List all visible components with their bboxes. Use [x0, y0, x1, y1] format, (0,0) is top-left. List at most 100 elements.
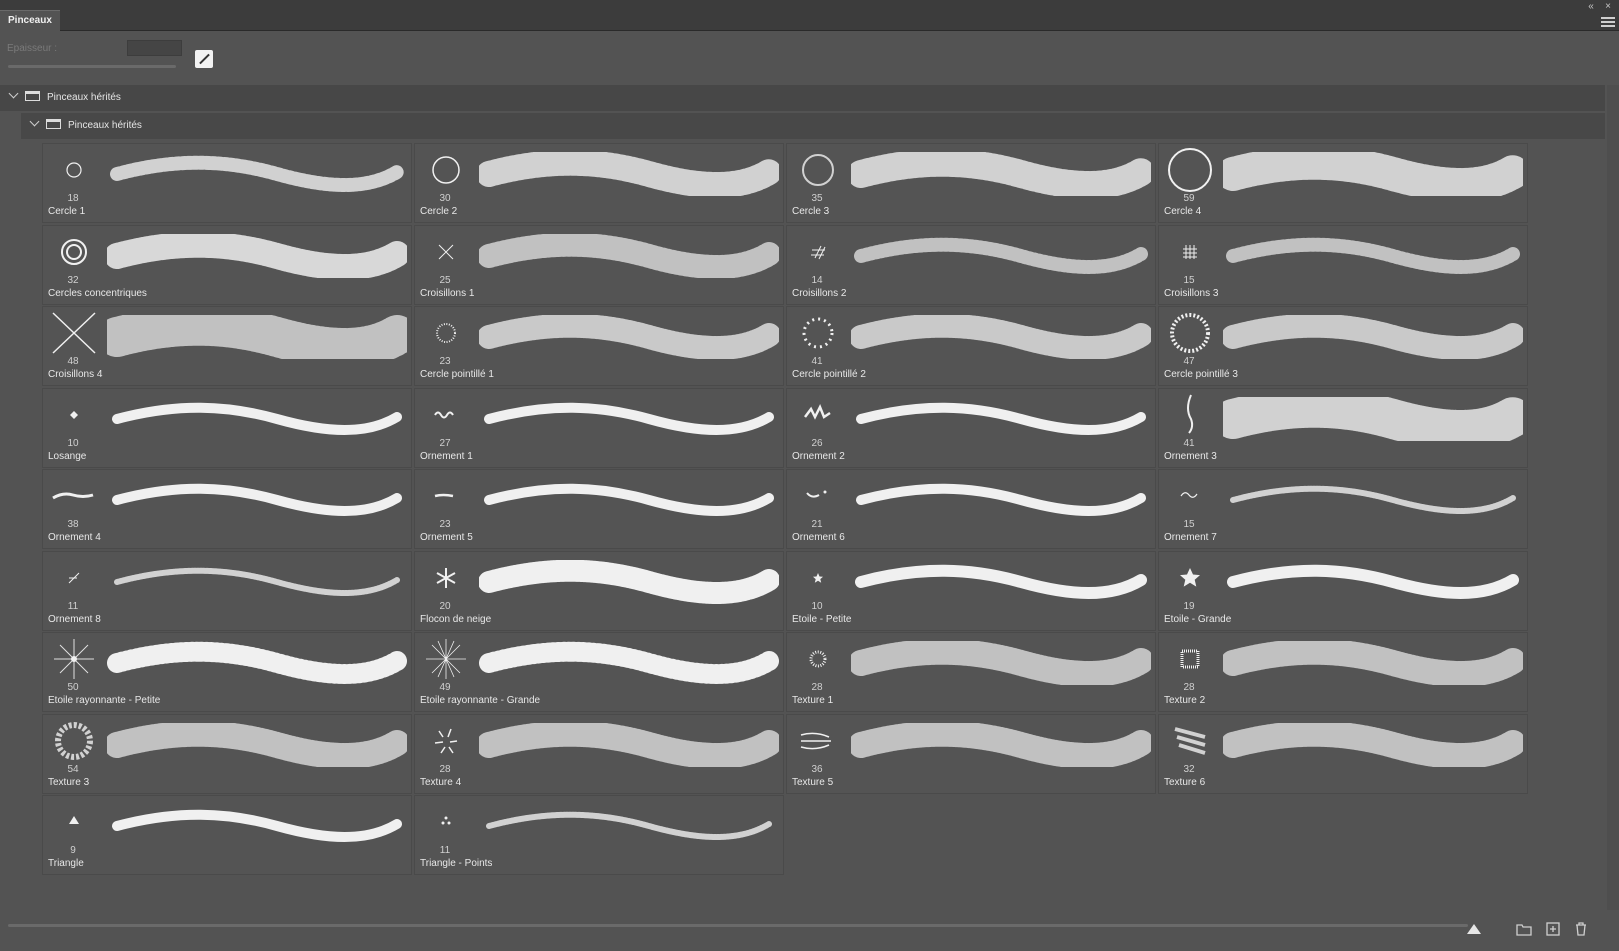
brush-preset[interactable]: 11 Ornement 8	[42, 550, 412, 631]
brush-name: Cercles concentriques	[48, 287, 147, 299]
brush-size: 54	[67, 763, 79, 775]
brush-name: Texture 1	[792, 695, 834, 706]
brush-preset[interactable]: 15 Croisillons 3	[1158, 224, 1528, 305]
brush-preset[interactable]: 54 Texture 3	[42, 713, 412, 794]
brush-preset[interactable]: 15 Ornement 7	[1158, 469, 1528, 549]
brush-tip-icon	[70, 410, 78, 419]
brush-preset[interactable]: 32 Cercles concentriques	[42, 224, 412, 305]
brush-preset[interactable]: 41 Ornement 3	[1158, 387, 1528, 468]
brush-tip-icon	[809, 650, 827, 668]
brush-tip-icon	[1170, 313, 1210, 353]
brush-preset[interactable]: 23 Cercle pointillé 1	[414, 306, 784, 386]
folder-icon[interactable]	[1516, 922, 1532, 936]
brush-stroke-preview	[107, 641, 407, 684]
brush-size: 28	[439, 763, 451, 775]
thumbnail-size-slider[interactable]	[8, 924, 1481, 934]
brush-size: 59	[1183, 193, 1195, 204]
brush-preset[interactable]: 28 Texture 4	[414, 713, 784, 794]
brush-size: 25	[439, 274, 451, 286]
brush-preset[interactable]: 23 Ornement 5	[414, 469, 784, 549]
brush-name: Cercle pointillé 2	[792, 369, 866, 380]
brush-size: 15	[1183, 274, 1195, 286]
plus-square-icon[interactable]	[1545, 922, 1561, 936]
brush-preset[interactable]: 9 Triangle	[42, 795, 412, 875]
brush-size: 36	[811, 763, 823, 775]
brush-size: 19	[1183, 600, 1195, 612]
brush-name: Texture 4	[420, 776, 462, 788]
brush-preset[interactable]: 50 Etoile rayonnante - Petite	[42, 632, 412, 712]
slider-handle[interactable]	[1467, 924, 1481, 934]
brush-preset[interactable]: 36 Texture 5	[786, 713, 1156, 794]
brush-tip-icon	[813, 572, 823, 583]
folder-icon	[25, 91, 40, 102]
panel-titlebar: Pinceaux « ×	[0, 0, 1619, 31]
brush-preset[interactable]: 27 Ornement 1	[414, 387, 784, 468]
brush-preset[interactable]: 11 Triangle - Points	[414, 795, 784, 875]
brush-preset[interactable]: 25 Croisillons 1	[414, 224, 784, 305]
close-icon[interactable]: ×	[1601, 1, 1615, 13]
brush-tip-icon	[54, 639, 94, 679]
brush-name: Etoile - Grande	[1164, 613, 1232, 625]
brush-preset[interactable]: 18 Cercle 1	[42, 143, 412, 223]
brush-preset[interactable]: 19 Etoile - Grande	[1158, 550, 1528, 631]
brush-tip-icon	[436, 323, 456, 343]
brush-name: Texture 3	[48, 776, 90, 788]
brush-preset[interactable]: 59 Cercle 4	[1158, 143, 1528, 223]
brush-preset[interactable]: 14 Croisillons 2	[786, 224, 1156, 305]
brush-name: Ornement 1	[420, 450, 473, 462]
brush-preset[interactable]: 10 Etoile - Petite	[786, 550, 1156, 631]
brush-stroke-preview	[484, 483, 774, 516]
brush-tip-icon	[441, 816, 451, 825]
brush-preset[interactable]: 28 Texture 2	[1158, 632, 1528, 712]
thickness-input[interactable]	[127, 40, 182, 56]
brush-size: 48	[67, 356, 79, 367]
brush-preset[interactable]: 41 Cercle pointillé 2	[786, 306, 1156, 386]
brush-preset[interactable]: 20 Flocon de neige	[414, 550, 784, 631]
trash-icon[interactable]	[1573, 922, 1589, 936]
brush-preset[interactable]: 32 Texture 6	[1158, 713, 1528, 794]
brush-size: 11	[67, 600, 79, 612]
brush-size: 15	[1183, 519, 1195, 530]
brush-preset[interactable]: 28 Texture 1	[786, 632, 1156, 712]
brush-tip-icon	[1183, 244, 1197, 259]
bottom-bar	[0, 918, 1619, 951]
subgroup-folder-row[interactable]: Pinceaux hérités	[21, 113, 1605, 139]
group-folder-row[interactable]: Pinceaux hérités	[0, 85, 1605, 111]
brush-name: Texture 6	[1164, 776, 1206, 788]
hamburger-menu-icon[interactable]	[1601, 15, 1615, 27]
brush-size: 50	[67, 682, 79, 693]
brush-preset[interactable]: 30 Cercle 2	[414, 143, 784, 223]
brush-name: Ornement 7	[1164, 532, 1217, 543]
brush-size: 27	[439, 437, 451, 449]
brush-stroke-preview	[1227, 564, 1519, 599]
brush-name: Ornement 4	[48, 532, 101, 543]
brush-name: Cercle 2	[420, 206, 458, 217]
brush-tip-icon	[66, 162, 82, 178]
brush-settings-icon[interactable]	[195, 50, 213, 68]
brush-preset[interactable]: 35 Cercle 3	[786, 143, 1156, 223]
brush-tip-icon	[1187, 394, 1194, 434]
brush-name: Ornement 6	[792, 532, 845, 543]
brush-size: 32	[67, 274, 79, 286]
tab-pinceaux[interactable]: Pinceaux	[0, 10, 60, 31]
folder-icon	[46, 119, 61, 130]
brush-preset[interactable]: 38 Ornement 4	[42, 469, 412, 549]
brush-name: Etoile rayonnante - Grande	[420, 695, 541, 706]
chevron-down-icon[interactable]	[29, 116, 40, 127]
brush-size: 47	[1183, 356, 1195, 367]
brush-preset[interactable]: 21 Ornement 6	[786, 469, 1156, 549]
brush-preset[interactable]: 48 Croisillons 4	[42, 306, 412, 386]
brush-preset[interactable]: 47 Cercle pointillé 3	[1158, 306, 1528, 386]
thickness-slider[interactable]	[8, 65, 176, 68]
brush-stroke-preview	[107, 315, 407, 359]
brush-tip-icon	[68, 572, 80, 583]
brush-size: 10	[811, 600, 823, 612]
chevron-down-icon[interactable]	[8, 88, 19, 99]
vertical-scrollbar[interactable]	[1607, 85, 1619, 910]
brush-preset[interactable]: 49 Etoile rayonnante - Grande	[414, 632, 784, 712]
brush-stroke-preview	[479, 641, 779, 684]
brush-preset[interactable]: 26 Ornement 2	[786, 387, 1156, 468]
double-chevron-left-icon[interactable]: «	[1584, 1, 1598, 13]
brush-size: 32	[1183, 763, 1195, 775]
brush-preset[interactable]: 10 Losange	[42, 387, 412, 468]
